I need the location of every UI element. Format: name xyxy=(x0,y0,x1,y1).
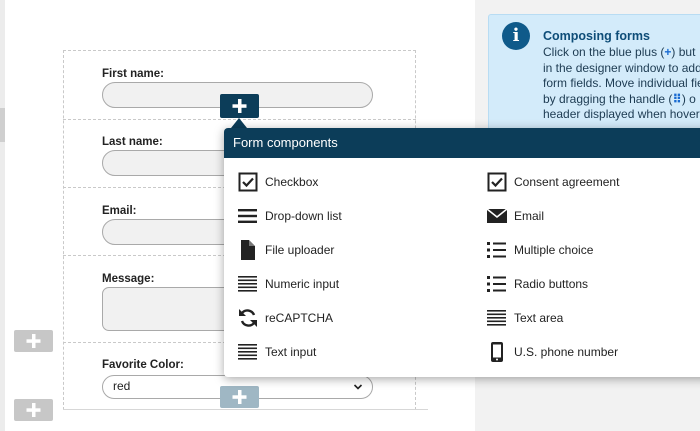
component-label: Text input xyxy=(265,345,317,359)
file-icon xyxy=(241,240,255,260)
component-multiple-choice[interactable]: Multiple choice xyxy=(486,239,700,261)
plus-icon xyxy=(232,390,247,404)
left-gutter xyxy=(0,0,5,431)
component-label: Multiple choice xyxy=(514,243,594,257)
component-consent-agreement[interactable]: Consent agreement xyxy=(486,171,700,193)
info-line: form fields. Move individual fie xyxy=(543,76,700,91)
component-label: File uploader xyxy=(265,243,335,257)
left-gutter-marker xyxy=(0,108,5,142)
list-icon xyxy=(487,242,506,258)
numeric-input-icon xyxy=(238,276,257,292)
component-label: Text area xyxy=(514,311,564,325)
component-text-input[interactable]: Text input xyxy=(237,341,457,363)
canvas-bottom-line xyxy=(63,409,428,410)
component-label: Checkbox xyxy=(265,175,319,189)
component-dropdown-list[interactable]: Drop-down list xyxy=(237,205,457,227)
plus-icon xyxy=(232,99,247,113)
component-label: U.S. phone number xyxy=(514,345,619,359)
favorite-color-label: Favorite Color: xyxy=(102,359,184,371)
info-line: by dragging the handle (⠿) o xyxy=(543,92,700,108)
radio-list-icon xyxy=(487,276,506,292)
recaptcha-icon xyxy=(239,309,257,327)
first-name-label: First name: xyxy=(102,68,164,80)
plus-icon xyxy=(26,334,41,348)
checkbox-icon xyxy=(238,172,258,192)
component-text-area[interactable]: Text area xyxy=(486,307,700,329)
plus-icon xyxy=(26,403,41,417)
component-file-uploader[interactable]: File uploader xyxy=(237,239,457,261)
component-radio-buttons[interactable]: Radio buttons xyxy=(486,273,700,295)
message-label: Message: xyxy=(102,273,155,285)
info-icon: i xyxy=(502,22,530,50)
form-components-popup: Form components Checkbox Drop-down list … xyxy=(224,128,700,377)
text-area-icon xyxy=(487,310,506,326)
component-recaptcha[interactable]: reCAPTCHA xyxy=(237,307,457,329)
component-numeric-input[interactable]: Numeric input xyxy=(237,273,457,295)
component-email[interactable]: Email xyxy=(486,205,700,227)
info-line-text: by dragging the handle ( xyxy=(543,91,673,106)
add-field-button[interactable] xyxy=(220,94,259,118)
text-input-icon xyxy=(238,344,257,360)
component-us-phone-number[interactable]: U.S. phone number xyxy=(486,341,700,363)
add-field-button-faded[interactable] xyxy=(220,386,259,408)
favorite-color-value: red xyxy=(113,379,131,393)
info-line: header displayed when hoveri xyxy=(543,107,700,122)
add-section-button[interactable] xyxy=(14,330,53,352)
info-text: Click on the blue plus (+) but in the de… xyxy=(543,45,700,123)
consent-checkbox-icon xyxy=(487,172,507,192)
info-line-text: ) but xyxy=(671,45,696,59)
drag-handle-icon: ⠿ xyxy=(672,91,682,106)
component-label: Email xyxy=(514,209,545,223)
info-line-text: Click on the blue plus ( xyxy=(543,45,665,59)
info-line-text: ) o xyxy=(681,91,696,106)
info-line: Click on the blue plus (+) but xyxy=(543,45,700,61)
info-title: Composing forms xyxy=(543,29,650,43)
component-label: reCAPTCHA xyxy=(265,311,334,325)
popup-arrow xyxy=(231,118,247,128)
info-line: in the designer window to add xyxy=(543,60,700,75)
add-section-button[interactable] xyxy=(14,399,53,421)
info-box: i Composing forms Click on the blue plus… xyxy=(488,14,700,134)
dropdown-list-icon xyxy=(238,209,257,223)
component-label: Numeric input xyxy=(265,277,340,291)
component-label: Radio buttons xyxy=(514,277,589,291)
popup-title: Form components xyxy=(224,128,700,158)
phone-icon xyxy=(491,342,503,362)
email-label: Email: xyxy=(102,205,137,217)
last-name-label: Last name: xyxy=(102,136,163,148)
component-checkbox[interactable]: Checkbox xyxy=(237,171,457,193)
envelope-icon xyxy=(486,208,508,223)
chevron-down-icon xyxy=(353,384,363,390)
component-label: Drop-down list xyxy=(265,209,342,223)
component-label: Consent agreement xyxy=(514,175,620,189)
